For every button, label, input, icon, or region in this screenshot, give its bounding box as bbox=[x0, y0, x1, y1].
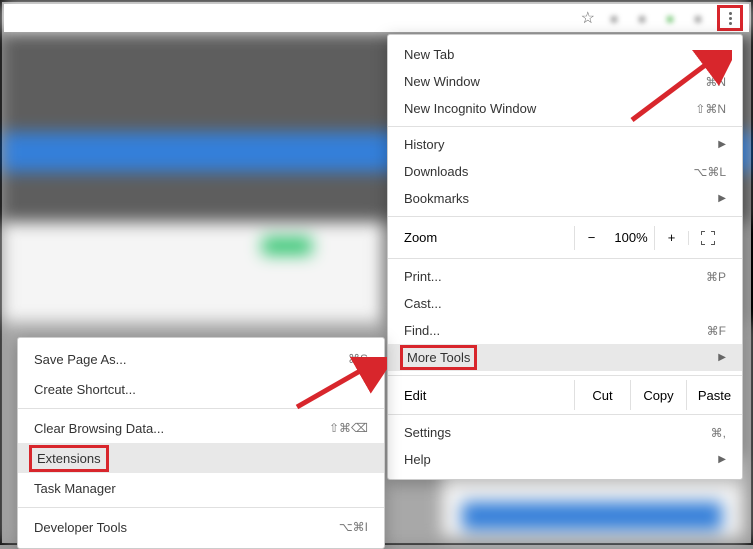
menu-label: Clear Browsing Data... bbox=[34, 421, 164, 436]
menu-shortcut: ⌘, bbox=[711, 426, 726, 440]
profile-icon[interactable]: ● bbox=[689, 9, 707, 27]
submenu-item-task-manager[interactable]: Task Manager bbox=[18, 473, 384, 503]
menu-label: Downloads bbox=[404, 164, 468, 179]
menu-separator bbox=[388, 414, 742, 415]
extension-slot-icon: ● bbox=[633, 9, 651, 27]
bookmark-star-icon[interactable]: ☆ bbox=[581, 8, 595, 28]
submenu-item-create-shortcut[interactable]: Create Shortcut... bbox=[18, 374, 384, 404]
fullscreen-button[interactable] bbox=[688, 231, 726, 245]
menu-label: History bbox=[404, 137, 444, 152]
menu-label: Edit bbox=[404, 388, 574, 403]
menu-label: New Window bbox=[404, 74, 480, 89]
submenu-arrow-icon: ▶ bbox=[718, 139, 726, 150]
submenu-arrow-icon: ▶ bbox=[718, 352, 726, 363]
menu-item-new-tab[interactable]: New Tab bbox=[388, 41, 742, 68]
copy-button[interactable]: Copy bbox=[630, 380, 686, 410]
submenu-arrow-icon: ▶ bbox=[718, 454, 726, 465]
menu-label: Developer Tools bbox=[34, 520, 127, 535]
menu-shortcut: ⌥⌘I bbox=[339, 520, 368, 534]
menu-item-cast[interactable]: Cast... bbox=[388, 290, 742, 317]
menu-shortcut: ⌘F bbox=[707, 324, 726, 338]
menu-label: Find... bbox=[404, 323, 440, 338]
more-tools-submenu: Save Page As... ⌘S Create Shortcut... Cl… bbox=[17, 337, 385, 549]
menu-label: Print... bbox=[404, 269, 442, 284]
menu-label: Help bbox=[404, 452, 431, 467]
menu-label: Zoom bbox=[404, 230, 437, 245]
zoom-in-button[interactable]: + bbox=[654, 226, 688, 250]
vertical-dots-icon bbox=[729, 12, 732, 25]
menu-shortcut: ⇧⌘⌫ bbox=[329, 421, 368, 435]
menu-label: New Incognito Window bbox=[404, 101, 536, 116]
browser-toolbar: ☆ ● ● ● ● bbox=[4, 4, 749, 32]
menu-shortcut: ⌘S bbox=[348, 352, 368, 366]
menu-separator bbox=[388, 375, 742, 376]
chrome-main-menu: New Tab New Window ⌘N New Incognito Wind… bbox=[387, 34, 743, 480]
cut-button[interactable]: Cut bbox=[574, 380, 630, 410]
chrome-menu-button[interactable] bbox=[717, 5, 743, 31]
menu-label: Cast... bbox=[404, 296, 442, 311]
menu-item-new-window[interactable]: New Window ⌘N bbox=[388, 68, 742, 95]
menu-separator bbox=[388, 126, 742, 127]
submenu-item-save-page[interactable]: Save Page As... ⌘S bbox=[18, 344, 384, 374]
menu-item-settings[interactable]: Settings ⌘, bbox=[388, 419, 742, 446]
menu-label: Task Manager bbox=[34, 481, 116, 496]
menu-separator bbox=[18, 408, 384, 409]
paste-button[interactable]: Paste bbox=[686, 380, 742, 410]
submenu-item-clear-browsing[interactable]: Clear Browsing Data... ⇧⌘⌫ bbox=[18, 413, 384, 443]
menu-item-history[interactable]: History ▶ bbox=[388, 131, 742, 158]
menu-item-find[interactable]: Find... ⌘F bbox=[388, 317, 742, 344]
menu-item-new-incognito[interactable]: New Incognito Window ⇧⌘N bbox=[388, 95, 742, 122]
menu-label: New Tab bbox=[404, 47, 454, 62]
menu-item-more-tools[interactable]: More Tools ▶ bbox=[388, 344, 742, 371]
menu-item-bookmarks[interactable]: Bookmarks ▶ bbox=[388, 185, 742, 212]
menu-item-downloads[interactable]: Downloads ⌥⌘L bbox=[388, 158, 742, 185]
submenu-item-developer-tools[interactable]: Developer Tools ⌥⌘I bbox=[18, 512, 384, 542]
menu-label: Save Page As... bbox=[34, 352, 127, 367]
menu-label: Create Shortcut... bbox=[34, 382, 136, 397]
zoom-out-button[interactable]: − bbox=[574, 226, 608, 250]
menu-item-print[interactable]: Print... ⌘P bbox=[388, 263, 742, 290]
menu-separator bbox=[388, 258, 742, 259]
submenu-arrow-icon: ▶ bbox=[718, 193, 726, 204]
menu-label: Settings bbox=[404, 425, 451, 440]
menu-separator bbox=[388, 216, 742, 217]
menu-label: Extensions bbox=[29, 445, 109, 472]
extension-slot-icon: ● bbox=[661, 9, 679, 27]
menu-shortcut: ⌘N bbox=[705, 75, 726, 89]
zoom-value: 100% bbox=[608, 230, 654, 245]
fullscreen-icon bbox=[701, 231, 715, 245]
menu-item-help[interactable]: Help ▶ bbox=[388, 446, 742, 473]
extension-slot-icon: ● bbox=[605, 9, 623, 27]
menu-label: Bookmarks bbox=[404, 191, 469, 206]
menu-label: More Tools bbox=[400, 345, 477, 370]
submenu-item-extensions[interactable]: Extensions bbox=[18, 443, 384, 473]
menu-shortcut: ⇧⌘N bbox=[695, 102, 726, 116]
menu-shortcut: ⌥⌘L bbox=[693, 165, 726, 179]
menu-separator bbox=[18, 507, 384, 508]
menu-item-zoom: Zoom − 100% + bbox=[388, 221, 742, 254]
menu-shortcut: ⌘P bbox=[706, 270, 726, 284]
menu-item-edit: Edit Cut Copy Paste bbox=[388, 380, 742, 410]
